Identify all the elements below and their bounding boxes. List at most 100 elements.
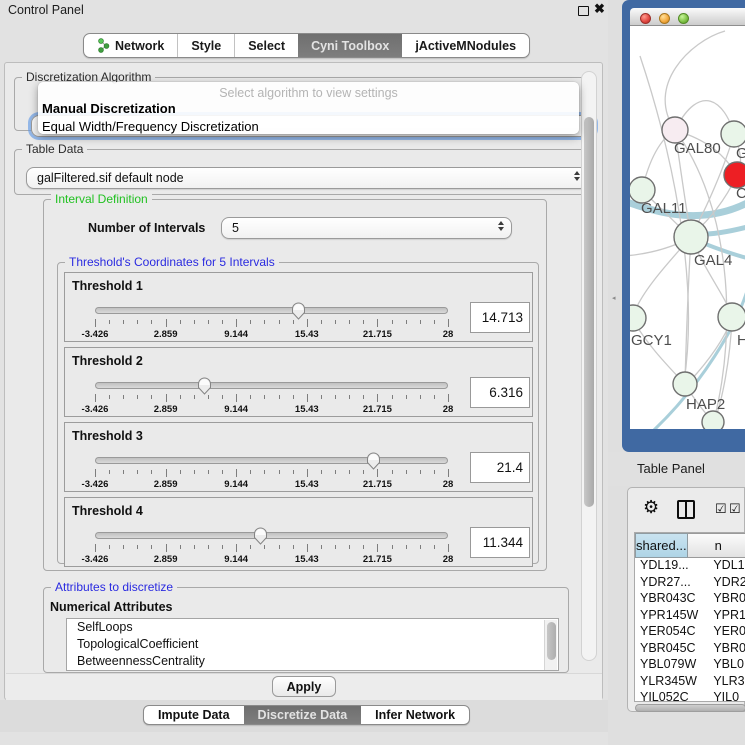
table-row[interactable]: YDR27...YDR2 — [635, 575, 745, 592]
top-tab-bar: Network Style Select Cyni Toolbox jActiv… — [83, 33, 530, 58]
tab-style[interactable]: Style — [177, 34, 234, 57]
vertical-scrollbar[interactable] — [581, 71, 597, 661]
checkbox-icon[interactable]: ☑ — [729, 501, 741, 517]
intervals-label: Number of Intervals — [88, 221, 205, 235]
threshold-box: Threshold 1 -3.4262.8599.14415.4321.7152… — [64, 272, 533, 342]
group-title: Interval Definition — [51, 192, 152, 206]
table-data-combo[interactable]: galFiltered.sif default node — [26, 167, 588, 189]
float-window-icon[interactable] — [578, 6, 589, 16]
network-node[interactable] — [721, 121, 745, 147]
bottom-tab-strip: Impute Data Discretize Data Infer Networ… — [0, 700, 608, 732]
table-row[interactable]: YER054CYER0 — [635, 624, 745, 641]
network-node[interactable] — [630, 305, 646, 331]
slider-track[interactable] — [95, 382, 448, 389]
intervals-spinner[interactable]: 5 — [221, 217, 512, 239]
gear-icon[interactable]: ⚙ — [643, 497, 659, 518]
table-row[interactable]: YPR145WYPR1 — [635, 608, 745, 625]
slider-track[interactable] — [95, 307, 448, 314]
slider-tick-labels: -3.4262.8599.14415.4321.71528 — [95, 404, 448, 416]
table-row[interactable]: YBR045CYBR0 — [635, 641, 745, 658]
node-label: GAL11 — [641, 200, 687, 217]
list-scrollbar[interactable] — [544, 620, 557, 671]
threshold-box: Threshold 4 -3.4262.8599.14415.4321.7152… — [64, 497, 533, 567]
zoom-traffic-light-icon[interactable] — [678, 13, 689, 24]
threshold-slider[interactable]: -3.4262.8599.14415.4321.71528 — [95, 423, 448, 493]
tab-infer-network[interactable]: Infer Network — [361, 706, 469, 724]
minimize-traffic-light-icon[interactable] — [659, 13, 670, 24]
network-window: GAL80GACGAL11GAL4GCY1HHAP2 — [622, 0, 745, 452]
threshold-slider[interactable]: -3.4262.8599.14415.4321.71528 — [95, 498, 448, 568]
column-view-icon[interactable] — [677, 500, 695, 519]
close-icon[interactable]: ✖ — [594, 1, 605, 17]
column-header-name[interactable]: n — [688, 533, 745, 558]
slider-thumb[interactable] — [197, 377, 212, 395]
checkbox-icon[interactable]: ☑ — [715, 501, 727, 517]
column-header-shared-name[interactable]: shared... — [635, 533, 688, 558]
split-divider-handle[interactable]: ◂ — [612, 295, 617, 302]
threshold-value-field[interactable]: 21.4 — [470, 452, 530, 483]
threshold-box: Threshold 2 -3.4262.8599.14415.4321.7152… — [64, 347, 533, 417]
table-data-group: Table Data galFiltered.sif default node — [14, 149, 594, 195]
network-view[interactable]: GAL80GACGAL11GAL4GCY1HHAP2 — [630, 26, 745, 429]
threshold-value-field[interactable]: 11.344 — [470, 527, 530, 558]
table-panel: ⚙ ☑ ☑ shared... n YDL19...YDL1YDR27...YD… — [627, 487, 745, 712]
slider-tick-labels: -3.4262.8599.14415.4321.71528 — [95, 479, 448, 491]
table-row[interactable]: YIL052CYIL0 — [635, 690, 745, 702]
panel-title: Control Panel — [8, 3, 84, 17]
dropdown-option-manual[interactable]: Manual Discretization — [38, 100, 579, 118]
attributes-group: Attributes to discretize Numerical Attri… — [43, 587, 569, 673]
tab-network-label: Network — [115, 39, 164, 53]
slider-thumb[interactable] — [253, 527, 268, 545]
table-row[interactable]: YBR043CYBR0 — [635, 591, 745, 608]
group-title: Table Data — [22, 142, 87, 156]
node-label: GCY1 — [631, 332, 672, 349]
threshold-value-field[interactable]: 14.713 — [470, 302, 530, 333]
tab-network[interactable]: Network — [84, 34, 177, 57]
tab-cyni-toolbox[interactable]: Cyni Toolbox — [298, 34, 402, 57]
slider-tick-labels: -3.4262.8599.14415.4321.71528 — [95, 554, 448, 566]
slider-tick-labels: -3.4262.8599.14415.4321.71528 — [95, 329, 448, 341]
slider-track[interactable] — [95, 532, 448, 539]
application: Control Panel ✖ Network Style Select Cyn… — [0, 0, 745, 745]
network-node[interactable] — [702, 411, 724, 429]
node-table: shared... n YDL19...YDL1YDR27...YDR2YBR0… — [634, 532, 745, 702]
tab-discretize-data[interactable]: Discretize Data — [244, 706, 362, 724]
network-node[interactable] — [718, 303, 745, 331]
slider-thumb[interactable] — [366, 452, 381, 470]
attribute-item[interactable]: SelfLoops — [67, 619, 558, 636]
threshold-slider[interactable]: -3.4262.8599.14415.4321.71528 — [95, 348, 448, 418]
tab-jactivemnodules[interactable]: jActiveMNodules — [402, 34, 529, 57]
tab-impute-data[interactable]: Impute Data — [144, 706, 244, 724]
network-node[interactable] — [674, 220, 708, 254]
slider-thumb[interactable] — [291, 302, 306, 320]
control-panel-titlebar: Control Panel ✖ — [0, 0, 608, 20]
network-nodes[interactable] — [630, 117, 745, 429]
table-row[interactable]: YLR345WYLR3 — [635, 674, 745, 691]
slider-ticks — [95, 544, 448, 554]
node-label: GAL4 — [694, 252, 732, 269]
dropdown-option-equal-width[interactable]: Equal Width/Frequency Discretization — [38, 118, 579, 136]
attribute-item[interactable]: BetweennessCentrality — [67, 653, 558, 670]
network-window-titlebar[interactable] — [630, 8, 745, 26]
close-traffic-light-icon[interactable] — [640, 13, 651, 24]
table-row[interactable]: YDL19...YDL1 — [635, 558, 745, 575]
node-label: H — [737, 332, 745, 349]
horizontal-scrollbar[interactable] — [634, 704, 745, 713]
intervals-row: Number of Intervals 5 — [44, 216, 546, 242]
threshold-list: Threshold 1 -3.4262.8599.14415.4321.7152… — [64, 272, 533, 572]
scrollbar-thumb[interactable] — [635, 704, 745, 712]
apply-button[interactable]: Apply — [272, 676, 336, 697]
table-row[interactable]: YBL079WYBL0 — [635, 657, 745, 674]
numerical-attributes-list[interactable]: SelfLoopsTopologicalCoefficientBetweenne… — [66, 618, 559, 671]
tab-select[interactable]: Select — [234, 34, 298, 57]
slider-track[interactable] — [95, 457, 448, 464]
threshold-value-field[interactable]: 6.316 — [470, 377, 530, 408]
algorithm-dropdown-popup: Select algorithm to view settings Manual… — [38, 82, 579, 134]
threshold-slider[interactable]: -3.4262.8599.14415.4321.71528 — [95, 273, 448, 343]
numerical-attributes-header: Numerical Attributes — [50, 600, 172, 614]
scrollbar-thumb[interactable] — [584, 117, 594, 507]
network-node[interactable] — [673, 372, 697, 396]
network-icon — [97, 38, 110, 53]
node-label: GAL80 — [674, 140, 721, 157]
attribute-item[interactable]: TopologicalCoefficient — [67, 636, 558, 653]
